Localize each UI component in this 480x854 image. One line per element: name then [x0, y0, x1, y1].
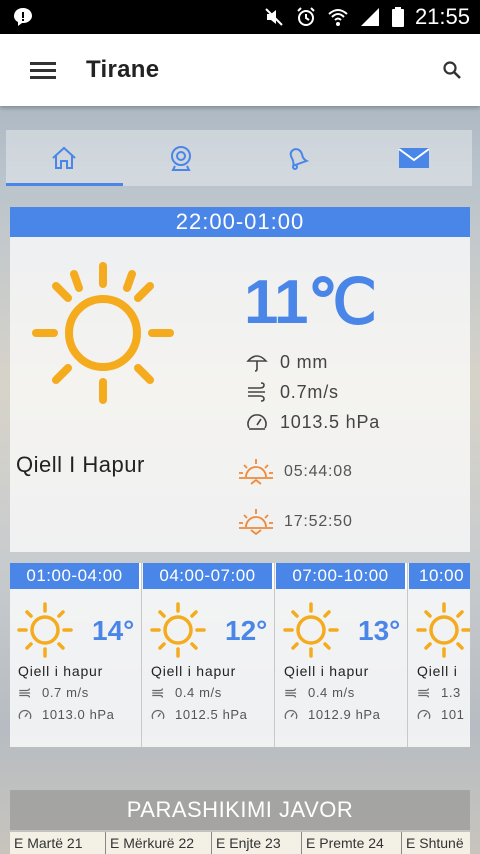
hourly-pressure-value: 101: [441, 707, 465, 722]
hourly-condition: Qiell i: [417, 663, 458, 679]
sunset-icon: [239, 509, 273, 536]
notification-icon: [14, 8, 32, 26]
alarm-icon: [297, 7, 315, 26]
weekly-days[interactable]: E Martë 21 E Mërkurë 22 E Enjte 23 E Pre…: [10, 832, 470, 854]
hourly-item[interactable]: 07:00-10:00 13° Qiell i hapur 0.4 m/s 10…: [276, 563, 408, 747]
hourly-pressure-value: 1012.5 hPa: [175, 707, 248, 722]
tab-bar: [6, 130, 472, 186]
hourly-temperature: 14°: [92, 615, 135, 646]
hourly-wind-value: 1.3: [441, 685, 461, 700]
search-icon: [443, 61, 461, 79]
wind-icon: [248, 382, 265, 402]
sunrise-time: 05:44:08: [284, 463, 353, 480]
hourly-wind-value: 0.4 m/s: [175, 685, 222, 700]
hourly-period: 10:00: [409, 563, 470, 589]
weekly-forecast-title: PARASHIKIMI JAVOR: [10, 790, 470, 830]
day-tab[interactable]: E Martë 21: [10, 832, 106, 854]
pressure-row: 1013.5 hPa: [246, 411, 380, 433]
hourly-item[interactable]: 01:00-04:00 14° Qiell i hapur 0.7 m/s 10…: [10, 563, 142, 747]
battery-icon: [391, 7, 404, 27]
hourly-item[interactable]: 04:00-07:00 12° Qiell i hapur 0.4 m/s 10…: [143, 563, 275, 747]
hourly-wind: 0.4 m/s: [284, 685, 355, 700]
hourly-temperature: 13°: [358, 615, 401, 646]
wifi-icon: [328, 9, 348, 26]
wind-icon: [19, 687, 31, 698]
hourly-wind: 0.4 m/s: [151, 685, 222, 700]
hourly-temperature: 12°: [225, 615, 268, 646]
webcam-icon: [170, 146, 191, 171]
wind-icon: [418, 687, 430, 698]
day-tab[interactable]: E Shtunë: [402, 832, 470, 854]
home-icon: [52, 146, 76, 169]
current-weather-card: 22:00-01:00 Qiell I Hapur 11℃ 0 mm 0.7m/…: [10, 207, 470, 552]
mute-icon: [265, 8, 283, 26]
hourly-wind-value: 0.7 m/s: [42, 685, 89, 700]
precipitation-row: 0 mm: [246, 351, 328, 373]
sun-icon: [32, 262, 174, 404]
hourly-wind: 0.7 m/s: [18, 685, 89, 700]
hourly-period: 07:00-10:00: [276, 563, 407, 589]
current-period: 22:00-01:00: [10, 207, 470, 237]
gauge-icon: [18, 709, 32, 719]
bell-icon: [289, 148, 310, 170]
gauge-icon: [247, 414, 267, 430]
sun-icon: [283, 602, 339, 658]
clock: 21:55: [414, 4, 470, 29]
page-title: Tirane: [86, 56, 160, 83]
search-button[interactable]: [424, 34, 480, 106]
hourly-pressure-value: 1013.0 hPa: [42, 707, 115, 722]
gauge-icon: [417, 709, 431, 719]
pressure-value: 1013.5 hPa: [280, 411, 381, 432]
app-bar: Tirane: [0, 34, 480, 106]
sun-icon: [416, 602, 470, 658]
hourly-period: 04:00-07:00: [143, 563, 274, 589]
hourly-wind-value: 0.4 m/s: [308, 685, 355, 700]
tab-mail[interactable]: [356, 130, 473, 186]
sunset-time: 17:52:50: [284, 513, 353, 530]
hourly-period: 01:00-04:00: [10, 563, 141, 589]
hourly-forecast[interactable]: 01:00-04:00 14° Qiell i hapur 0.7 m/s 10…: [10, 563, 470, 747]
hourly-pressure-value: 1012.9 hPa: [308, 707, 381, 722]
hourly-pressure: 1012.5 hPa: [151, 707, 248, 722]
tab-alerts[interactable]: [239, 130, 356, 186]
status-bar: 21:55: [0, 0, 480, 34]
wind-row: 0.7m/s: [246, 381, 339, 403]
hourly-pressure: 1013.0 hPa: [18, 707, 115, 722]
wind-value: 0.7m/s: [280, 381, 339, 402]
signal-icon: [360, 8, 379, 26]
sun-icon: [150, 602, 206, 658]
gauge-icon: [284, 709, 298, 719]
hourly-pressure: 1012.9 hPa: [284, 707, 381, 722]
wind-icon: [152, 687, 164, 698]
sunrise-row: 05:44:08: [238, 457, 353, 487]
hamburger-menu-icon: [30, 62, 56, 79]
menu-button[interactable]: [0, 34, 86, 106]
sunrise-icon: [239, 459, 273, 485]
wind-icon: [285, 687, 297, 698]
day-tab[interactable]: E Mërkurë 22: [106, 832, 212, 854]
hourly-condition: Qiell i hapur: [151, 663, 237, 679]
sunset-row: 17:52:50: [238, 507, 353, 537]
precipitation-value: 0 mm: [280, 351, 329, 372]
umbrella-icon: [246, 355, 268, 372]
gauge-icon: [151, 709, 165, 719]
hourly-condition: Qiell i hapur: [284, 663, 370, 679]
hourly-condition: Qiell i hapur: [18, 663, 104, 679]
hourly-pressure: 101: [417, 707, 465, 722]
day-tab[interactable]: E Premte 24: [302, 832, 402, 854]
hourly-wind: 1.3: [417, 685, 461, 700]
hourly-item[interactable]: 10:00 Qiell i 1.3 101: [409, 563, 470, 747]
tab-webcam[interactable]: [123, 130, 240, 186]
sun-icon: [17, 602, 73, 658]
tab-home[interactable]: [6, 130, 123, 186]
mail-icon: [398, 148, 430, 168]
current-condition: Qiell I Hapur: [16, 452, 145, 477]
day-tab[interactable]: E Enjte 23: [212, 832, 302, 854]
current-temperature: 11℃: [244, 268, 377, 337]
